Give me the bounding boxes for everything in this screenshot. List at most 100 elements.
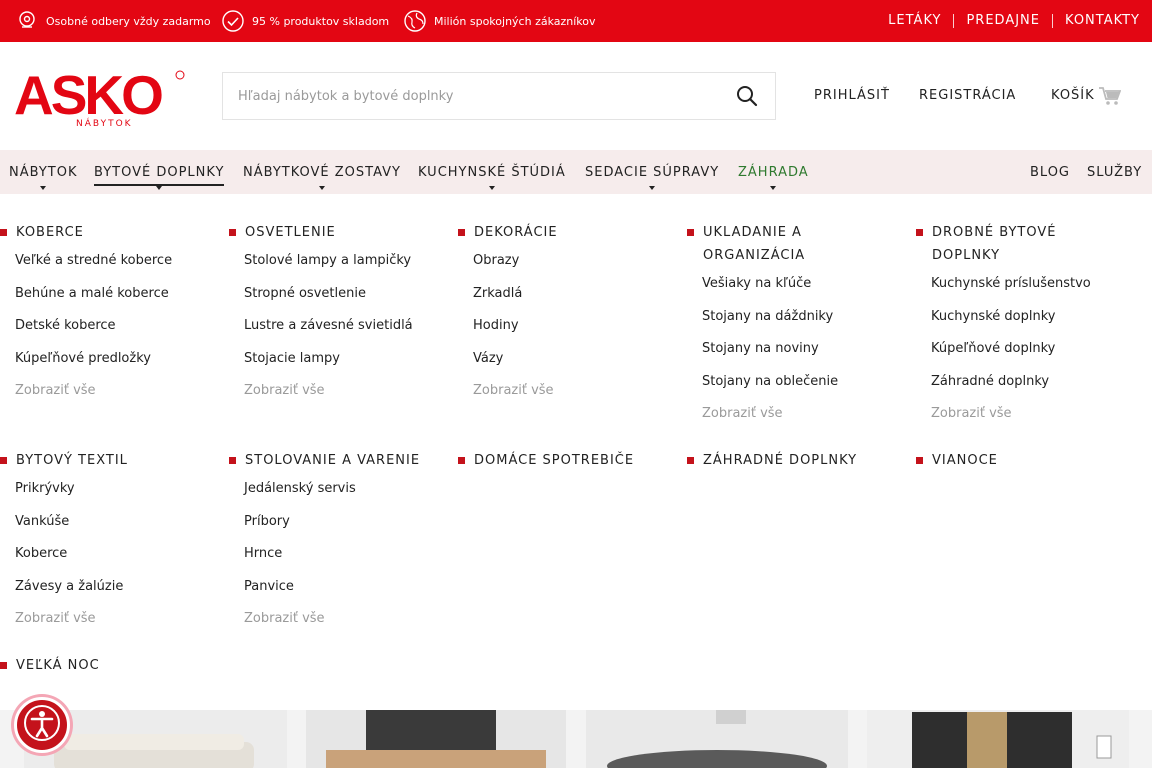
menu-category-heading[interactable]: DEKORÁCIE: [458, 221, 673, 244]
product-strip: [0, 710, 1152, 768]
show-all-link[interactable]: Zobraziť vše: [0, 382, 215, 399]
product-image[interactable]: [306, 710, 566, 768]
bullet-square: [229, 457, 236, 464]
search-box: [222, 72, 776, 120]
header: ASKO NÁBYTOK PRIHLÁSIŤ REGISTRÁCIA KOŠÍK: [0, 42, 1152, 150]
top-bar: Osobné odbery vždy zadarmo 95 % produkto…: [0, 0, 1152, 42]
show-all-link[interactable]: Zobraziť vše: [916, 405, 1116, 422]
login-link[interactable]: PRIHLÁSIŤ: [814, 88, 890, 103]
menu-category-heading[interactable]: OSVETLENIE: [229, 221, 444, 244]
menu-column-drobne-doplnky: DROBNÉ BYTOVÉ DOPLNKY Kuchynské prísluše…: [916, 221, 1116, 438]
menu-link[interactable]: Hodiny: [458, 317, 673, 334]
nav-sluzby[interactable]: SLUŽBY: [1087, 150, 1142, 194]
nav-nabytok[interactable]: NÁBYTOK: [9, 150, 77, 194]
product-image[interactable]: [867, 710, 1129, 768]
menu-link[interactable]: Detské koberce: [0, 317, 215, 334]
pin-icon: [16, 10, 38, 32]
nav-nabytkove-zostavy[interactable]: NÁBYTKOVÉ ZOSTAVY: [243, 150, 401, 194]
menu-link[interactable]: Vankúše: [0, 513, 215, 530]
globe-icon: [404, 10, 426, 32]
menu-link[interactable]: Kúpeľňové predložky: [0, 350, 215, 367]
register-link[interactable]: REGISTRÁCIA: [919, 88, 1016, 103]
perk-text: 95 % produktov skladom: [252, 14, 390, 28]
menu-column-velka-noc: VEĽKÁ NOC: [0, 654, 215, 677]
heading-label: BYTOVÝ TEXTIL: [16, 453, 128, 468]
chevron-down-icon: [40, 186, 47, 190]
menu-link[interactable]: Závesy a žalúzie: [0, 578, 215, 595]
menu-link[interactable]: Príbory: [229, 513, 444, 530]
menu-category-heading[interactable]: VEĽKÁ NOC: [0, 654, 215, 677]
menu-column-dekoracie: DEKORÁCIE Obrazy Zrkadlá Hodiny Vázy Zob…: [458, 221, 673, 415]
menu-link[interactable]: Koberce: [0, 545, 215, 562]
heading-label: KOBERCE: [16, 225, 84, 240]
menu-link[interactable]: Kuchynské príslušenstvo: [916, 275, 1116, 292]
search-icon[interactable]: [719, 73, 775, 119]
menu-link[interactable]: Kúpeľňové doplnky: [916, 340, 1116, 357]
show-all-link[interactable]: Zobraziť vše: [458, 382, 673, 399]
menu-link[interactable]: Prikrývky: [0, 480, 215, 497]
asko-logo[interactable]: ASKO NÁBYTOK: [14, 64, 186, 129]
menu-column-koberce: KOBERCE Veľké a stredné koberce Behúne a…: [0, 221, 215, 415]
link-letaky[interactable]: LETÁKY: [876, 14, 953, 28]
menu-link[interactable]: Obrazy: [458, 252, 673, 269]
link-predajne[interactable]: PREDAJNE: [953, 14, 1052, 28]
bullet-square: [229, 229, 236, 236]
menu-link[interactable]: Stojany na oblečenie: [687, 373, 887, 390]
menu-link[interactable]: Stojany na noviny: [687, 340, 887, 357]
menu-category-heading[interactable]: DROBNÉ BYTOVÉ DOPLNKY: [916, 221, 1116, 267]
menu-link[interactable]: Vešiaky na kľúče: [687, 275, 887, 292]
menu-link[interactable]: Zrkadlá: [458, 285, 673, 302]
nav-zahrada[interactable]: ZÁHRADA: [738, 150, 809, 194]
menu-link[interactable]: Jedálenský servis: [229, 480, 444, 497]
nav-label: ZÁHRADA: [738, 164, 809, 180]
menu-link[interactable]: Panvice: [229, 578, 444, 595]
menu-link[interactable]: Kuchynské doplnky: [916, 308, 1116, 325]
cart-icon[interactable]: [1099, 86, 1122, 110]
menu-category-heading[interactable]: KOBERCE: [0, 221, 215, 244]
mega-menu: KOBERCE Veľké a stredné koberce Behúne a…: [0, 194, 1152, 710]
menu-link[interactable]: Vázy: [458, 350, 673, 367]
heading-label: STOLOVANIE A VARENIE: [245, 453, 421, 468]
menu-category-heading[interactable]: BYTOVÝ TEXTIL: [0, 449, 215, 472]
menu-link[interactable]: Stolové lampy a lampičky: [229, 252, 444, 269]
nav-blog[interactable]: BLOG: [1030, 150, 1070, 194]
menu-category-heading[interactable]: UKLADANIE A ORGANIZÁCIA: [687, 221, 887, 267]
menu-category-heading[interactable]: STOLOVANIE A VARENIE: [229, 449, 444, 472]
heading-label: VIANOCE: [932, 453, 998, 468]
chevron-down-icon: [649, 186, 656, 190]
nav-label: KUCHYNSKÉ ŠTÚDIÁ: [418, 164, 566, 180]
bullet-square: [916, 457, 923, 464]
menu-category-heading[interactable]: VIANOCE: [916, 449, 1131, 472]
heading-label: DOMÁCE SPOTREBIČE: [474, 453, 635, 468]
menu-category-heading[interactable]: ZÁHRADNÉ DOPLNKY: [687, 449, 902, 472]
accessibility-button[interactable]: [14, 697, 70, 753]
link-kontakty[interactable]: KONTAKTY: [1052, 14, 1152, 28]
chevron-down-icon: [488, 186, 495, 190]
menu-link[interactable]: Stojacie lampy: [229, 350, 444, 367]
nav-kuchynske-studia[interactable]: KUCHYNSKÉ ŠTÚDIÁ: [418, 150, 566, 194]
search-input[interactable]: [223, 73, 719, 119]
menu-link[interactable]: Stojany na dáždniky: [687, 308, 887, 325]
menu-link[interactable]: Stropné osvetlenie: [229, 285, 444, 302]
menu-link[interactable]: Lustre a závesné svietidlá: [229, 317, 444, 334]
menu-column-ukladanie: UKLADANIE A ORGANIZÁCIA Vešiaky na kľúče…: [687, 221, 887, 438]
check-circle-icon: [222, 10, 244, 32]
nav-label: NÁBYTOK: [9, 164, 78, 180]
menu-link[interactable]: Behúne a malé koberce: [0, 285, 215, 302]
menu-link[interactable]: Hrnce: [229, 545, 444, 562]
show-all-link[interactable]: Zobraziť vše: [229, 610, 444, 627]
nav-sedacie-supravy[interactable]: SEDACIE SÚPRAVY: [585, 150, 719, 194]
perk-text: Osobné odbery vždy zadarmo: [46, 14, 211, 28]
menu-link[interactable]: Záhradné doplnky: [916, 373, 1116, 390]
show-all-link[interactable]: Zobraziť vše: [687, 405, 887, 422]
show-all-link[interactable]: Zobraziť vše: [229, 382, 444, 399]
menu-link[interactable]: Veľké a stredné koberce: [0, 252, 215, 269]
cart-link[interactable]: KOŠÍK: [1051, 88, 1095, 103]
product-image[interactable]: [586, 710, 848, 768]
menu-category-heading[interactable]: DOMÁCE SPOTREBIČE: [458, 449, 673, 472]
nav-label: SEDACIE SÚPRAVY: [585, 164, 720, 180]
menu-column-zahradne-doplnky: ZÁHRADNÉ DOPLNKY: [687, 449, 902, 472]
chevron-down-icon: [318, 186, 325, 190]
nav-bytove-doplnky[interactable]: BYTOVÉ DOPLNKY: [94, 150, 225, 194]
show-all-link[interactable]: Zobraziť vše: [0, 610, 215, 627]
